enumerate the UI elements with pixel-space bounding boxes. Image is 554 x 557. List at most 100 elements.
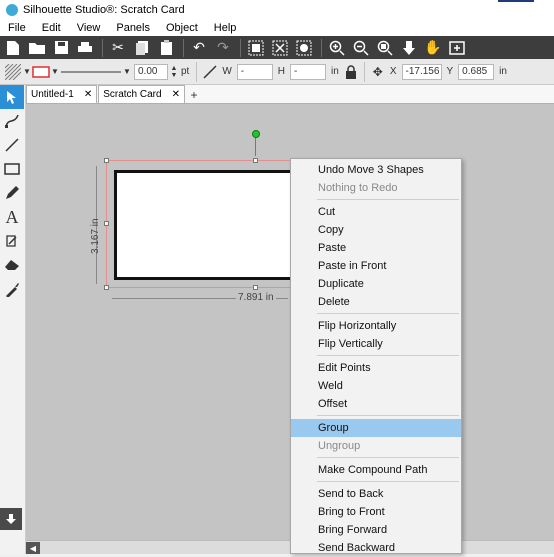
context-menu-item-weld[interactable]: Weld	[291, 377, 461, 395]
selection-handle-tm[interactable]	[253, 158, 258, 163]
close-icon[interactable]: ✕	[84, 89, 92, 100]
tools-sidebar: A	[0, 85, 26, 554]
pencil-tool-icon[interactable]	[0, 181, 24, 205]
context-menu-item-duplicate[interactable]: Duplicate	[291, 275, 461, 293]
context-menu-item-bring-to-front[interactable]: Bring to Front	[291, 503, 461, 521]
tab-untitled-1[interactable]: Untitled-1 ✕	[26, 85, 98, 103]
stepper-icon[interactable]: ▲ ▼	[170, 63, 178, 81]
select-arrow-icon[interactable]	[0, 85, 24, 109]
fill-pattern-icon[interactable]	[4, 63, 22, 81]
context-menu-item-edit-points[interactable]: Edit Points	[291, 359, 461, 377]
new-document-icon[interactable]	[2, 38, 24, 58]
fit-to-page-arrow-icon[interactable]	[398, 38, 420, 58]
line-color-swatch[interactable]	[32, 63, 50, 81]
select-by-color-icon[interactable]	[293, 38, 315, 58]
print-icon[interactable]	[74, 38, 96, 58]
toolbar-separator	[183, 38, 184, 57]
context-menu-item-nothing-to-redo: Nothing to Redo	[318, 182, 398, 194]
context-menu-item-group[interactable]: Group	[291, 419, 461, 437]
close-icon[interactable]: ✕	[172, 89, 180, 100]
main-toolbar: ✂ ↶ ↷ ✋	[0, 36, 554, 59]
scroll-left-icon[interactable]: ◀	[26, 542, 40, 554]
undo-icon[interactable]: ↶	[188, 38, 210, 58]
menu-object[interactable]: Object	[158, 22, 206, 34]
selection-handle-bl[interactable]	[104, 285, 109, 290]
context-menu-separator	[317, 355, 459, 356]
rotation-line	[255, 138, 256, 156]
menu-view[interactable]: View	[69, 22, 109, 34]
context-menu-item-send-to-back[interactable]: Send to Back	[291, 485, 461, 503]
chevron-down-icon[interactable]: ▼	[122, 63, 132, 81]
context-menu-item-flip-vertically[interactable]: Flip Vertically	[291, 335, 461, 353]
line-style-sample[interactable]	[60, 63, 122, 81]
redo-icon[interactable]: ↷	[212, 38, 234, 58]
context-menu-separator	[317, 481, 459, 482]
cut-scissors-icon[interactable]: ✂	[107, 38, 129, 58]
menu-file[interactable]: File	[0, 22, 34, 34]
width-field[interactable]: -	[236, 63, 273, 80]
toolbar-separator	[363, 61, 365, 82]
context-menu-item-offset[interactable]: Offset	[291, 395, 461, 413]
zoom-in-icon[interactable]	[326, 38, 348, 58]
copy-icon[interactable]	[131, 38, 153, 58]
save-icon[interactable]	[50, 38, 72, 58]
x-position-field[interactable]: -17.156	[401, 63, 442, 80]
context-menu-item-undo-move-3-shapes[interactable]: Undo Move 3 Shapes	[291, 161, 461, 179]
line-tool-icon[interactable]	[0, 133, 24, 157]
context-menu-item-copy[interactable]: Copy	[291, 221, 461, 239]
context-menu-item-paste[interactable]: Paste	[291, 239, 461, 257]
position-unit-label: in	[499, 66, 507, 77]
height-field[interactable]: -	[290, 63, 327, 80]
context-menu-separator	[317, 313, 459, 314]
chevron-down-icon[interactable]: ▼	[22, 63, 32, 81]
tab-label: Scratch Card	[103, 89, 162, 100]
height-label: H	[277, 66, 286, 77]
tab-label: Untitled-1	[31, 89, 74, 100]
context-menu-item-make-compound-path[interactable]: Make Compound Path	[291, 461, 461, 479]
add-tab-icon[interactable]: +	[186, 87, 202, 103]
chevron-down-icon[interactable]: ▼	[50, 63, 60, 81]
fill-bucket-icon[interactable]	[0, 229, 24, 253]
lock-icon[interactable]	[342, 63, 360, 81]
context-menu-separator	[317, 415, 459, 416]
context-menu-item-cut[interactable]: Cut	[291, 203, 461, 221]
selection-handle-tl[interactable]	[104, 158, 109, 163]
menu-help[interactable]: Help	[206, 22, 245, 34]
open-folder-icon[interactable]	[26, 38, 48, 58]
text-tool-icon[interactable]: A	[0, 205, 24, 229]
rotation-handle[interactable]	[252, 130, 260, 138]
context-menu-item-send-backward[interactable]: Send Backward	[291, 539, 461, 557]
pan-hand-icon[interactable]: ✋	[422, 38, 444, 58]
fit-window-icon[interactable]	[446, 38, 468, 58]
menu-bar: File Edit View Panels Object Help	[0, 20, 554, 36]
panel-toggle-icon[interactable]	[0, 508, 22, 530]
line-width-unit: pt	[181, 66, 190, 77]
point-edit-icon[interactable]	[0, 109, 24, 133]
move-arrows-icon[interactable]: ✥	[369, 63, 387, 81]
context-menu-item-paste-in-front[interactable]: Paste in Front	[291, 257, 461, 275]
zoom-select-icon[interactable]	[374, 38, 396, 58]
eraser-tool-icon[interactable]	[0, 253, 24, 277]
window-title: Silhouette Studio®: Scratch Card	[23, 4, 185, 16]
size-diagonal-icon[interactable]	[201, 63, 219, 81]
selection-handle-bm[interactable]	[253, 285, 258, 290]
context-menu-item-bring-forward[interactable]: Bring Forward	[291, 521, 461, 539]
y-label: Y	[446, 66, 454, 77]
tab-scratch-card[interactable]: Scratch Card ✕	[98, 85, 185, 103]
title-bar-accent	[498, 0, 534, 2]
line-width-field[interactable]: 0.00	[134, 63, 168, 80]
rectangle-tool-icon[interactable]	[0, 157, 24, 181]
y-position-field[interactable]: 0.685	[458, 63, 495, 80]
knife-tool-icon[interactable]	[0, 277, 24, 301]
menu-edit[interactable]: Edit	[34, 22, 69, 34]
select-all-icon[interactable]	[245, 38, 267, 58]
menu-panels[interactable]: Panels	[108, 22, 158, 34]
context-menu-item-delete[interactable]: Delete	[291, 293, 461, 311]
paste-clipboard-icon[interactable]	[155, 38, 177, 58]
deselect-icon[interactable]	[269, 38, 291, 58]
zoom-out-icon[interactable]	[350, 38, 372, 58]
context-menu-item-flip-horizontally[interactable]: Flip Horizontally	[291, 317, 461, 335]
scratch-card-rectangle[interactable]	[114, 170, 294, 280]
context-menu: Undo Move 3 Shapes Nothing to Redo Cut Copy…	[290, 158, 462, 554]
selection-handle-ml[interactable]	[104, 221, 109, 226]
